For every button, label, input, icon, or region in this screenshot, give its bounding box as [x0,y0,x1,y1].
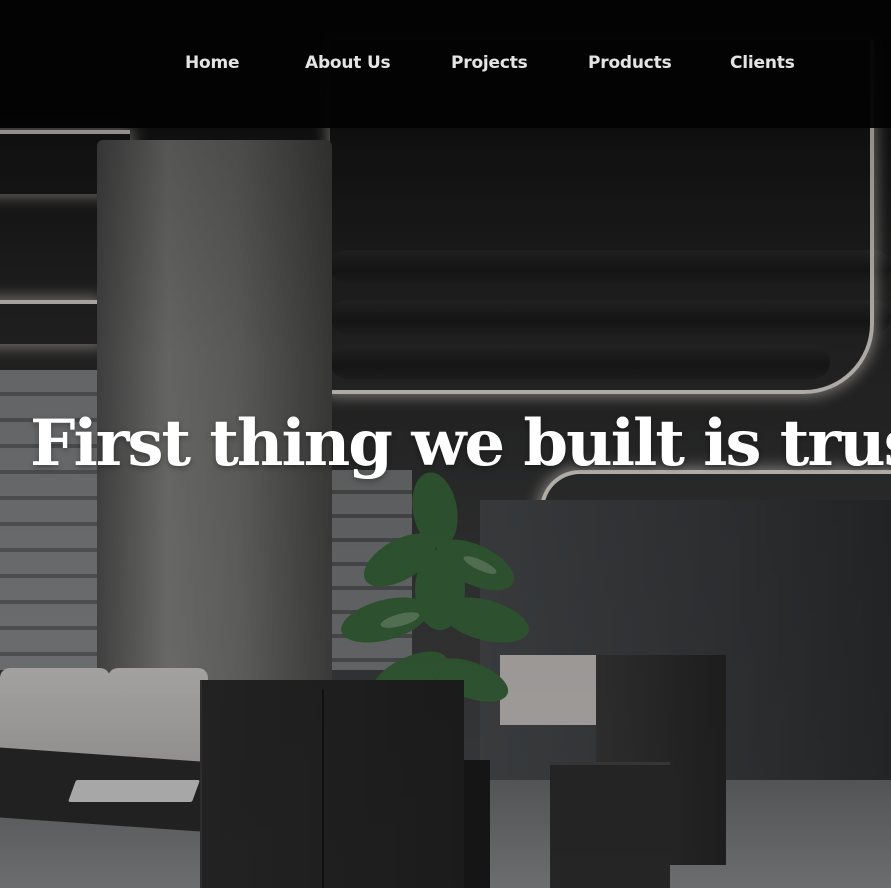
nav-link-projects[interactable]: Projects [451,50,528,76]
nav-link-home[interactable]: Home [185,50,240,76]
main-nav: Home About Us Projects Products Clients [0,50,891,76]
site-header: Home About Us Projects Products Clients [0,0,891,128]
hero-headline: First thing we built is trust [30,406,891,481]
page: Home About Us Projects Products Clients … [0,0,891,888]
nav-link-products[interactable]: Products [588,50,672,76]
nav-link-clients[interactable]: Clients [730,50,795,76]
nav-link-about-us[interactable]: About Us [305,50,391,76]
